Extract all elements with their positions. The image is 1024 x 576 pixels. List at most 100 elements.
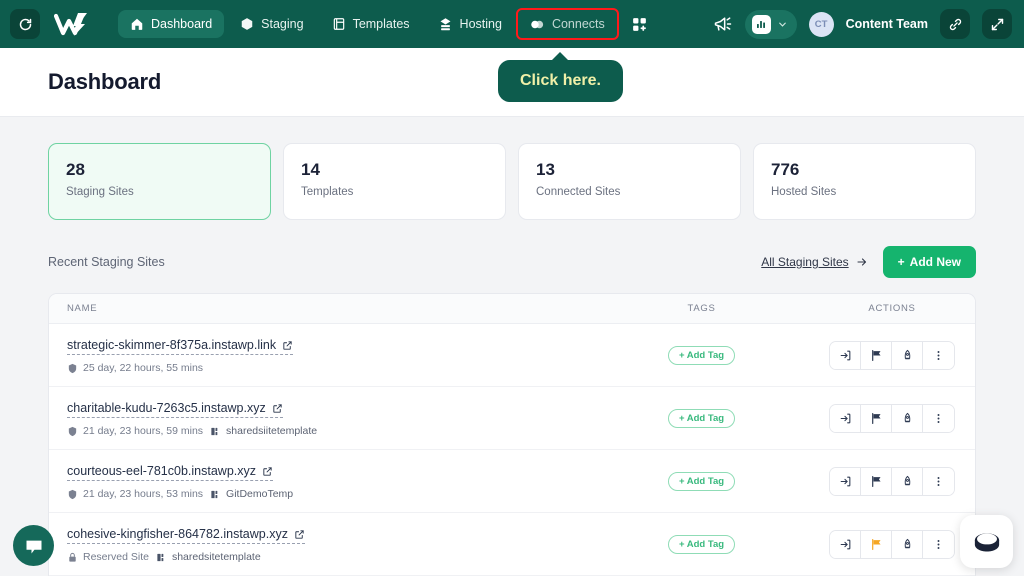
nav-item-hosting[interactable]: Hosting [426,10,514,39]
nav-item-connects[interactable]: Connects [515,8,619,40]
deploy-button[interactable] [892,530,923,558]
shield-icon [68,426,77,436]
flag-button[interactable] [861,467,892,495]
deploy-button[interactable] [892,467,923,495]
row-name-cell: strategic-skimmer-8f375a.instawp.link 25… [49,336,594,374]
site-link[interactable]: cohesive-kingfisher-864782.instawp.xyz [67,527,305,544]
app-grid-button[interactable] [631,16,648,33]
stat-card-hosted-sites[interactable]: 776 Hosted Sites [753,143,976,220]
stat-value: 13 [536,160,555,179]
template-info: sharedsiitetemplate [210,425,317,437]
site-name: charitable-kudu-7263c5.instawp.xyz [67,401,266,415]
expand-icon [991,18,1003,30]
login-icon [840,476,850,486]
expiry-text: 25 day, 22 hours, 55 mins [83,362,204,374]
stat-value: 776 [771,160,800,179]
refresh-icon [19,18,31,30]
external-link-icon [273,403,282,413]
table-row: charitable-kudu-7263c5.instawp.xyz 21 da… [49,387,975,450]
onboarding-tooltip: Click here. [498,52,623,102]
section-title: Recent Staging Sites [48,255,165,269]
add-tag-button[interactable]: + Add Tag [667,409,736,428]
rocket-icon [904,412,910,422]
avatar[interactable]: CT [808,11,834,37]
add-new-plus: + [897,255,905,269]
site-link[interactable]: courteous-eel-781c0b.instawp.xyz [67,464,273,481]
stats-row: 28 Staging Sites 14 Templates 13 Connect… [48,143,976,220]
external-link-icon [283,340,292,350]
add-tag-button[interactable]: + Add Tag [667,535,736,554]
more-vertical-icon [937,413,940,423]
link-icon [949,18,961,30]
expiry-info: 25 day, 22 hours, 55 mins [67,362,203,374]
action-button-group [829,466,955,496]
table-row: strategic-skimmer-8f375a.instawp.link 25… [49,324,975,387]
rocket-icon [904,475,910,485]
login-button[interactable] [830,530,861,558]
chat-widget-button[interactable] [13,525,54,566]
add-tag-button[interactable]: + Add Tag [667,346,736,365]
more-vertical-icon [937,476,940,486]
nav-item-dashboard[interactable]: Dashboard [118,10,225,38]
bar-chart-icon-wrap [751,14,771,34]
announcements-button[interactable] [713,14,733,34]
row-meta: 25 day, 22 hours, 55 mins [67,362,594,374]
reserved-text: Reserved Site [83,551,149,563]
user-name: Content Team [845,17,928,31]
refresh-button[interactable] [10,9,40,39]
action-button-group [829,529,955,559]
column-header-tags: TAGS [687,303,716,314]
flag-button[interactable] [861,530,892,558]
staging-sites-table: NAME TAGS ACTIONS strategic-skimmer-8f37… [48,293,976,576]
nav-item-staging[interactable]: Staging [228,10,315,38]
deploy-button[interactable] [892,404,923,432]
more-options-button[interactable] [923,341,954,369]
login-button[interactable] [830,341,861,369]
main-nav: Dashboard Staging Templates Hosting Conn… [118,8,619,40]
site-link[interactable]: strategic-skimmer-8f375a.instawp.link [67,338,294,355]
action-button-group [829,403,955,433]
row-name-cell: courteous-eel-781c0b.instawp.xyz 21 day,… [49,462,594,500]
site-link[interactable]: charitable-kudu-7263c5.instawp.xyz [67,401,283,418]
flag-button[interactable] [861,404,892,432]
box-icon [241,18,253,30]
expiry-text: 21 day, 23 hours, 59 mins [83,425,204,437]
row-tags-cell: + Add Tag [594,471,809,491]
add-new-button[interactable]: + Add New [882,246,976,278]
add-tag-button[interactable]: + Add Tag [667,472,736,491]
site-name: courteous-eel-781c0b.instawp.xyz [67,464,256,478]
avatar-initials: CT [814,18,828,30]
login-button[interactable] [830,404,861,432]
connects-icon [531,20,544,28]
chevron-down-icon [778,22,786,27]
row-actions-cell [809,340,975,370]
more-options-button[interactable] [923,404,954,432]
shield-icon [68,363,77,373]
login-icon [840,350,850,360]
corner-floating-card[interactable] [960,515,1013,568]
more-options-button[interactable] [923,530,954,558]
row-name-cell: cohesive-kingfisher-864782.instawp.xyz R… [49,525,594,563]
nav-label-dashboard: Dashboard [151,17,213,31]
more-options-button[interactable] [923,467,954,495]
flag-button[interactable] [861,341,892,369]
row-tags-cell: + Add Tag [594,345,809,365]
external-link-icon [295,529,304,539]
deploy-button[interactable] [892,341,923,369]
page-title: Dashboard [48,69,162,94]
stat-card-connected-sites[interactable]: 13 Connected Sites [518,143,741,220]
rocket-icon [904,349,910,359]
nav-item-templates[interactable]: Templates [320,10,422,38]
all-staging-sites-link[interactable]: All Staging Sites [761,255,867,269]
workspace-selector[interactable] [744,9,797,39]
more-vertical-icon [937,350,940,360]
template-badge-icon [211,490,218,498]
section-actions: All Staging Sites + Add New [761,246,976,278]
copy-link-button[interactable] [940,9,970,39]
brand-logo[interactable] [54,10,96,38]
stat-card-staging-sites[interactable]: 28 Staging Sites [48,143,271,220]
fullscreen-button[interactable] [982,9,1012,39]
login-button[interactable] [830,467,861,495]
row-meta: 21 day, 23 hours, 53 mins GitDemoTemp [67,488,594,500]
stat-card-templates[interactable]: 14 Templates [283,143,506,220]
